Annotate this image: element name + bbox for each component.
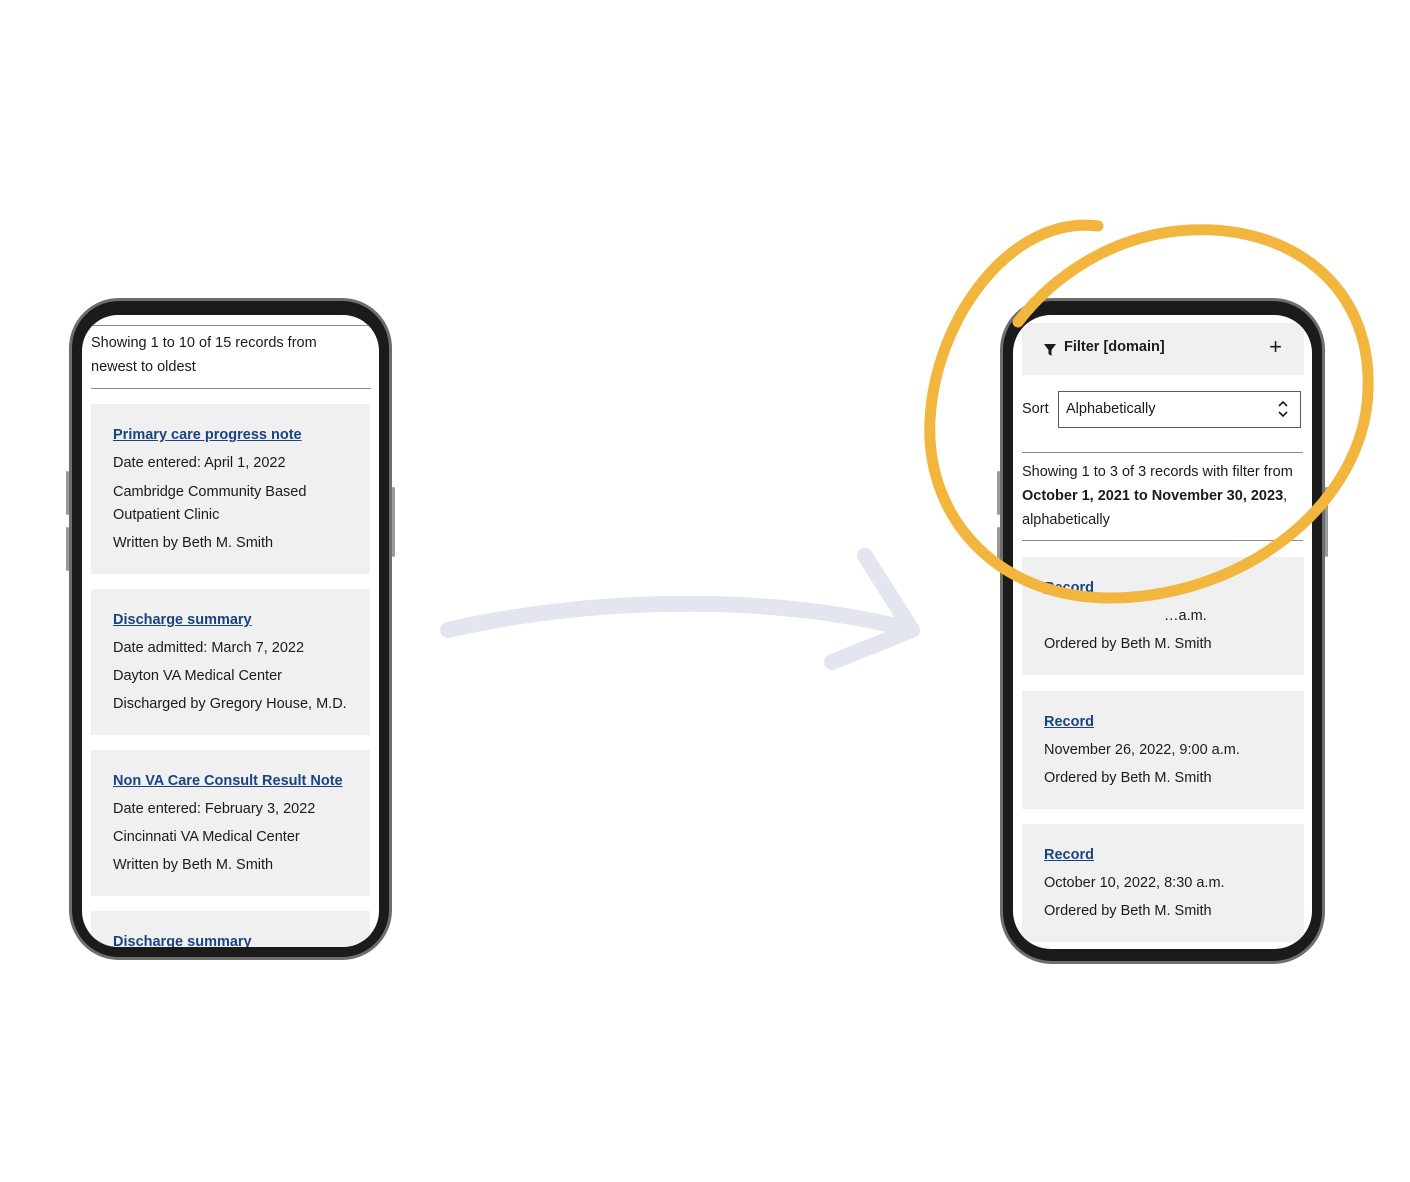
highlight-circle [924,219,1374,604]
